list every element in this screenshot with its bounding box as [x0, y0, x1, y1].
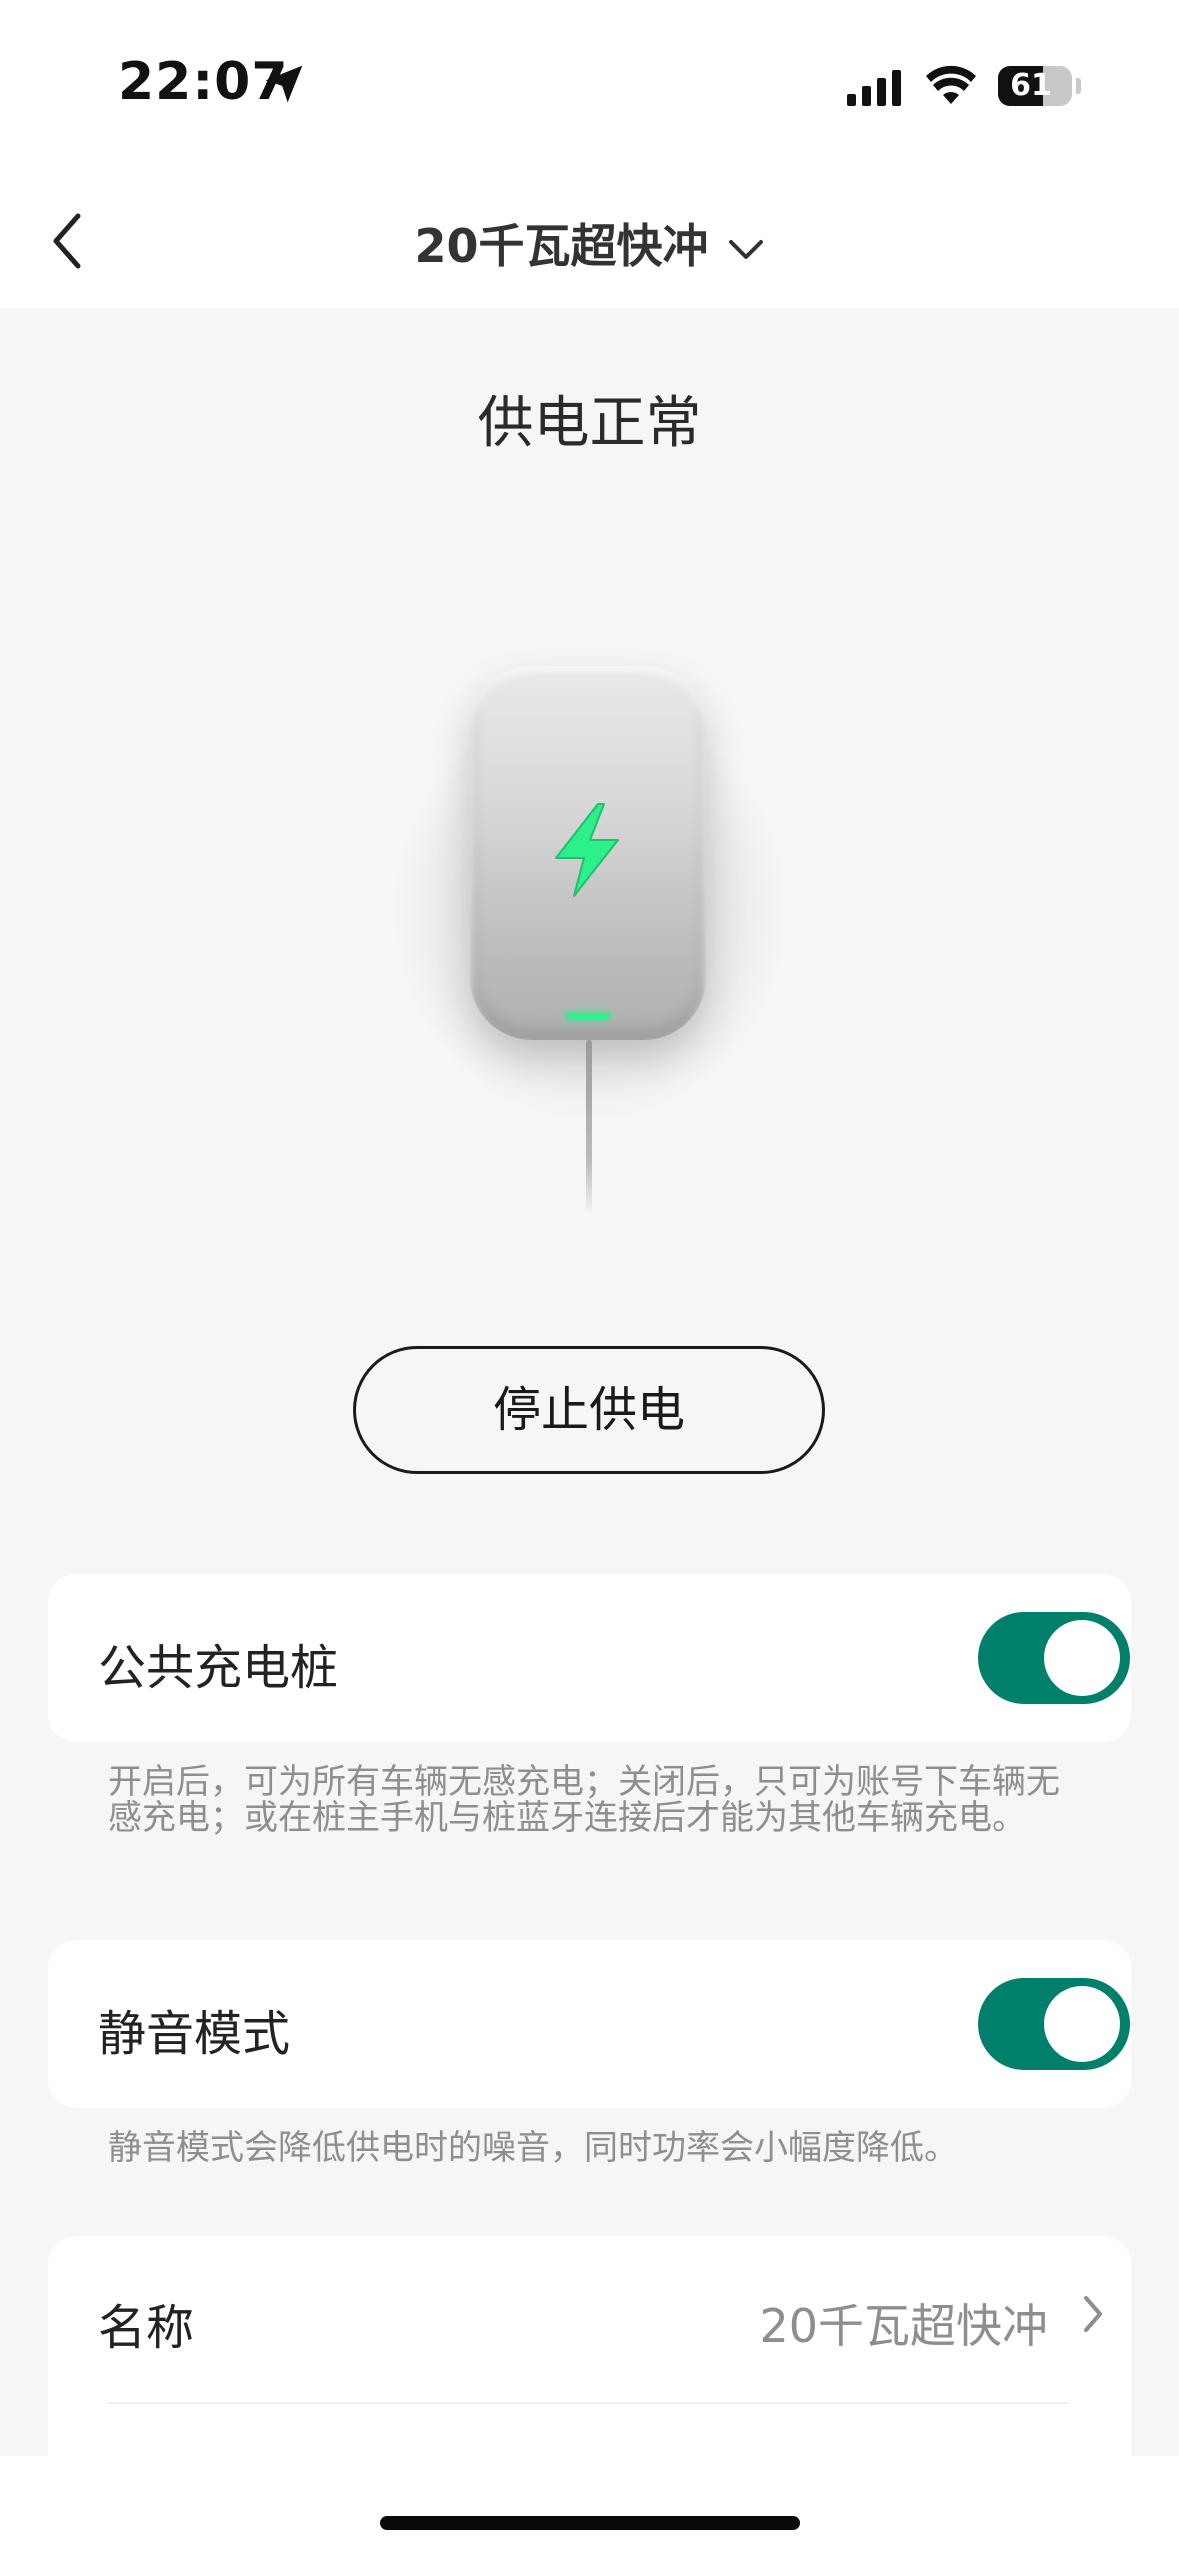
battery-cap — [1076, 78, 1081, 94]
public-charger-toggle[interactable] — [978, 1612, 1130, 1704]
toggle-knob — [1044, 1986, 1120, 2062]
bottom-safe-area — [0, 2456, 1179, 2556]
name-value: 20千瓦超快冲 — [759, 2299, 1048, 2353]
chevron-right-icon — [1084, 2296, 1102, 2332]
silent-mode-label: 静音模式 — [98, 2006, 291, 2062]
home-indicator[interactable] — [380, 2516, 800, 2530]
silent-mode-note: 静音模式会降低供电时的噪音，同时功率会小幅度降低。 — [108, 2128, 958, 2168]
wifi-icon — [926, 65, 976, 104]
public-charger-card: 公共充电桩 — [48, 1574, 1131, 1742]
nav-title-dropdown[interactable]: 20千瓦超快冲 — [0, 210, 1179, 276]
divider — [108, 2402, 1068, 2404]
battery-icon: 61 — [998, 66, 1072, 106]
stop-supply-button[interactable]: 停止供电 — [353, 1346, 825, 1474]
supply-status: 供电正常 — [477, 391, 702, 456]
lightning-bolt-icon — [555, 803, 619, 897]
silent-mode-toggle[interactable] — [978, 1978, 1130, 2070]
name-label: 名称 — [98, 2300, 195, 2356]
page-title: 20千瓦超快冲 — [414, 219, 709, 273]
charger-cable — [586, 1040, 592, 1215]
chevron-down-icon — [728, 239, 763, 259]
cellular-signal-icon — [847, 70, 901, 106]
toggle-knob — [1044, 1620, 1120, 1696]
charger-illustration — [0, 620, 1179, 1220]
status-led — [566, 1013, 610, 1019]
name-row[interactable]: 名称 20千瓦超快冲 — [48, 2236, 1131, 2456]
public-charger-label: 公共充电桩 — [98, 1640, 339, 1696]
battery-level: 61 — [1010, 68, 1052, 103]
location-arrow-icon — [265, 65, 303, 103]
silent-mode-card: 静音模式 — [48, 1940, 1131, 2108]
public-charger-note: 开启后，可为所有车辆无感充电；关闭后，只可为账号下车辆无感充电；或在桩主手机与桩… — [108, 1762, 1060, 1838]
